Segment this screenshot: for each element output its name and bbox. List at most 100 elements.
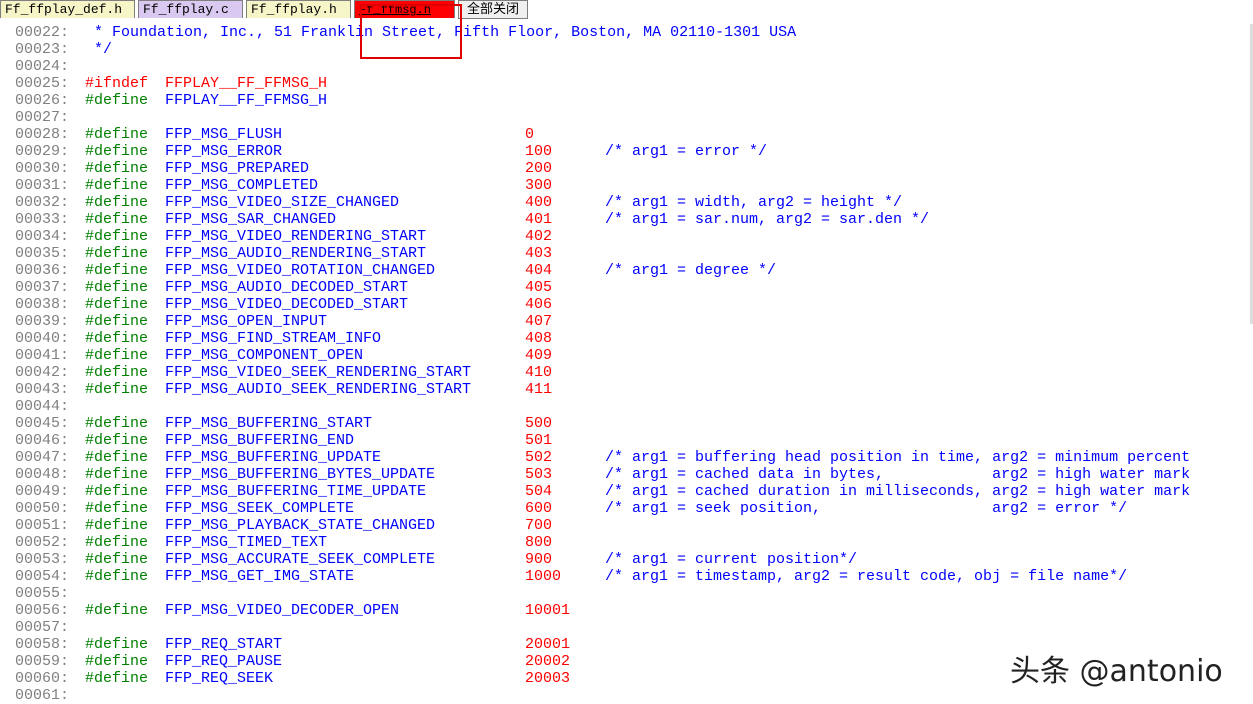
code-line: 00041: #define FFP_MSG_COMPONENT_OPEN 409 [0,347,1253,364]
macro-name: FFP_MSG_BUFFERING_TIME_UPDATE [165,483,427,500]
define-keyword: #define [85,279,149,296]
line-number: 00037: [15,279,70,296]
macro-value: 409 [525,347,553,364]
tab-ff-ffmsg-h[interactable]: Ff_ffmsg.h [354,0,455,18]
line-number: 00045: [15,415,70,432]
line-number: 00047: [15,449,70,466]
line-number: 00054: [15,568,70,585]
define-keyword: #define [85,347,149,364]
code-line: 00033: #define FFP_MSG_SAR_CHANGED 401 /* ar… [0,211,1253,228]
code-line: 00036: #define FFP_MSG_VIDEO_ROTATION_CHAN… [0,262,1253,279]
line-number: 00044: [15,398,70,415]
line-number: 00048: [15,466,70,483]
line-number: 00023: [15,41,70,58]
macro-value: 406 [525,296,553,313]
line-number: 00057: [15,619,70,636]
code-line: 00032: #define FFP_MSG_VIDEO_SIZE_CHANGED 4… [0,194,1253,211]
code-line: 00057: [0,619,1253,636]
macro-value: 800 [525,534,553,551]
line-number: 00026: [15,92,70,109]
tab-ff-ffplay-h[interactable]: Ff_ffplay.h [246,0,351,18]
comment-text: /* arg1 = cached duration in millisecond… [605,483,1191,500]
define-keyword: #define [85,602,149,619]
line-number: 00038: [15,296,70,313]
macro-name: FFP_MSG_PREPARED [165,160,310,177]
macro-value: 600 [525,500,553,517]
macro-name: FFP_MSG_VIDEO_RENDERING_START [165,228,427,245]
code-line: 00045: #define FFP_MSG_BUFFERING_START 500 [0,415,1253,432]
code-line: 00029: #define FFP_MSG_ERROR 100 /* arg1 = e… [0,143,1253,160]
macro-name: FFP_MSG_VIDEO_DECODER_OPEN [165,602,400,619]
macro-value: 100 [525,143,553,160]
comment-text: * Foundation, Inc., 51 Franklin Street, … [85,24,797,41]
code-editor[interactable]: 00022: * Foundation, Inc., 51 Franklin S… [0,24,1253,704]
code-line: 00044: [0,398,1253,415]
define-keyword: #define [85,211,149,228]
comment-text: /* arg1 = width, arg2 = height */ [605,194,903,211]
macro-value: 408 [525,330,553,347]
macro-value: 410 [525,364,553,381]
macro-name: FFP_MSG_VIDEO_SEEK_RENDERING_START [165,364,472,381]
macro-value: 405 [525,279,553,296]
macro-name: FFP_MSG_ERROR [165,143,283,160]
line-number: 00046: [15,432,70,449]
code-line: 00038: #define FFP_MSG_VIDEO_DECODED_START… [0,296,1253,313]
macro-name: FFPLAY__FF_FFMSG_H [165,75,328,92]
macro-value: 20001 [525,636,571,653]
tab-ff-ffplay-def-h[interactable]: Ff_ffplay_def.h [0,0,135,18]
code-line: 00048: #define FFP_MSG_BUFFERING_BYTES_UPD… [0,466,1253,483]
macro-value: 500 [525,415,553,432]
macro-name: FFP_MSG_BUFFERING_END [165,432,355,449]
macro-name: FFPLAY__FF_FFMSG_H [165,92,328,109]
code-line: 00034: #define FFP_MSG_VIDEO_RENDERING_STA… [0,228,1253,245]
tab-ff-ffplay-c[interactable]: Ff_ffplay.c [138,0,243,18]
macro-value: 411 [525,381,553,398]
define-keyword: #define [85,160,149,177]
macro-name: FFP_MSG_COMPLETED [165,177,319,194]
line-number: 00052: [15,534,70,551]
code-line: 00024: [0,58,1253,75]
line-number: 00022: [15,24,70,41]
code-line: 00054: #define FFP_MSG_GET_IMG_STATE 1000 /*… [0,568,1253,585]
macro-name: FFP_MSG_AUDIO_RENDERING_START [165,245,427,262]
define-keyword: #define [85,381,149,398]
define-keyword: #define [85,483,149,500]
macro-value: 200 [525,160,553,177]
code-line: 00026: #define FFPLAY__FF_FFMSG_H [0,92,1253,109]
define-keyword: #define [85,568,149,585]
macro-name: FFP_REQ_PAUSE [165,653,283,670]
code-line: 00022: * Foundation, Inc., 51 Franklin S… [0,24,1253,41]
comment-text: /* arg1 = timestamp, arg2 = result code,… [605,568,1128,585]
line-number: 00053: [15,551,70,568]
macro-value: 10001 [525,602,571,619]
macro-name: FFP_MSG_VIDEO_DECODED_START [165,296,409,313]
code-line: 00023: */ [0,41,1253,58]
define-keyword: #define [85,364,149,381]
line-number: 00049: [15,483,70,500]
code-line: 00051: #define FFP_MSG_PLAYBACK_STATE_CHAN… [0,517,1253,534]
macro-value: 0 [525,126,535,143]
code-line: 00046: #define FFP_MSG_BUFFERING_END 501 [0,432,1253,449]
define-keyword: #define [85,245,149,262]
line-number: 00050: [15,500,70,517]
define-keyword: #define [85,500,149,517]
line-number: 00033: [15,211,70,228]
line-number: 00041: [15,347,70,364]
code-line: 00042: #define FFP_MSG_VIDEO_SEEK_RENDERIN… [0,364,1253,381]
macro-value: 900 [525,551,553,568]
comment-text: */ [85,41,113,58]
close-all-button[interactable]: 全部关闭 [458,0,528,19]
define-keyword: #define [85,194,149,211]
define-keyword: #define [85,126,149,143]
define-keyword: #define [85,415,149,432]
comment-text: /* arg1 = buffering head position in tim… [605,449,1191,466]
macro-name: FFP_MSG_GET_IMG_STATE [165,568,355,585]
comment-text: /* arg1 = error */ [605,143,768,160]
line-number: 00040: [15,330,70,347]
define-keyword: #define [85,636,149,653]
macro-value: 1000 [525,568,562,585]
line-number: 00034: [15,228,70,245]
macro-name: FFP_MSG_TIMED_TEXT [165,534,328,551]
macro-value: 300 [525,177,553,194]
code-line: 00047: #define FFP_MSG_BUFFERING_UPDATE 502… [0,449,1253,466]
